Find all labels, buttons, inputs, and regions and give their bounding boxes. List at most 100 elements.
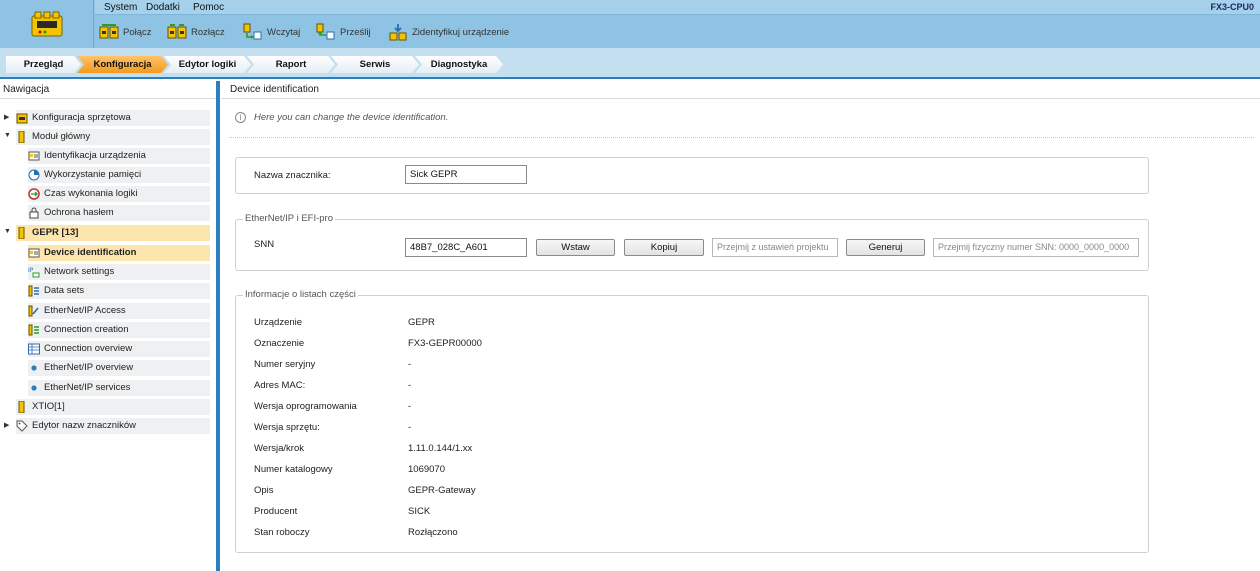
parts-info-group: Informacje o listach części Urządzenie G… bbox=[235, 289, 1149, 553]
property-name: Urządzenie bbox=[254, 317, 303, 328]
property-name: Stan roboczy bbox=[254, 527, 310, 538]
connection-creation-icon bbox=[28, 324, 39, 336]
identify-device-icon bbox=[389, 24, 407, 41]
property-name: Adres MAC: bbox=[254, 380, 306, 391]
nav-item-label: Konfiguracja sprzętowa bbox=[32, 112, 131, 123]
nav-item-xtio[interactable]: XTIO[1] bbox=[16, 399, 210, 415]
menu-system[interactable]: System bbox=[104, 2, 137, 13]
nav-item-label: Data sets bbox=[44, 285, 85, 296]
nav-item-ethernet-ip-access[interactable]: EtherNet/IP Access bbox=[28, 303, 210, 319]
property-name: Numer katalogowy bbox=[254, 464, 333, 475]
ethernet-access-icon bbox=[28, 305, 39, 317]
tab-edytor-logiki[interactable]: Edytor logiki bbox=[164, 56, 251, 73]
nav-item-network-settings[interactable]: IP Network settings bbox=[28, 264, 210, 280]
device-name-label: FX3-CPU0 bbox=[1210, 2, 1254, 12]
property-value: SICK bbox=[408, 506, 431, 517]
bullet-icon bbox=[31, 365, 37, 371]
nav-item-ethernet-ip-overview[interactable]: EtherNet/IP overview bbox=[28, 360, 210, 376]
property-value: FX3-GEPR00000 bbox=[408, 338, 482, 349]
identify-device-label: Zidentyfikuj urządzenie bbox=[412, 26, 510, 38]
nav-item-label: EtherNet/IP services bbox=[44, 382, 131, 393]
download-button[interactable]: Prześlij bbox=[316, 22, 371, 42]
tab-przeglad[interactable]: Przegląd bbox=[6, 56, 81, 73]
device-identification-panel: Device identification i Here you can cha… bbox=[221, 81, 1260, 571]
property-value: GEPR-Gateway bbox=[408, 485, 476, 496]
nav-item-memory-usage[interactable]: Wykorzystanie pamięci bbox=[28, 167, 210, 183]
generate-button[interactable]: Generuj bbox=[846, 239, 925, 256]
expand-arrow-icon[interactable]: ▶ bbox=[4, 421, 9, 429]
snn-input[interactable]: 48B7_028C_A601 bbox=[405, 238, 527, 257]
identify-device-button[interactable]: Zidentyfikuj urządzenie bbox=[388, 22, 509, 42]
property-name: Oznaczenie bbox=[254, 338, 305, 349]
property-name: Wersja sprzętu: bbox=[254, 422, 320, 433]
flexi-soft-logo-icon bbox=[31, 11, 62, 37]
navigation-title: Nawigacja bbox=[0, 81, 216, 99]
connect-label: Połącz bbox=[123, 26, 152, 38]
nav-item-hardware-config[interactable]: Konfiguracja sprzętowa bbox=[16, 110, 210, 126]
tab-konfiguracja[interactable]: Konfiguracja bbox=[77, 56, 168, 73]
nav-item-execution-time[interactable]: Czas wykonania logiki bbox=[28, 186, 210, 202]
nav-item-main-module[interactable]: Moduł główny bbox=[16, 129, 210, 145]
paste-button[interactable]: Wstaw bbox=[536, 239, 615, 256]
nav-item-data-sets[interactable]: Data sets bbox=[28, 283, 210, 299]
snn-label: SNN bbox=[254, 239, 275, 250]
nav-item-tag-name-editor[interactable]: Edytor nazw znaczników bbox=[16, 418, 210, 434]
property-value: Rozłączono bbox=[408, 527, 458, 538]
info-message: i Here you can change the device identif… bbox=[235, 112, 448, 123]
property-value: 1069070 bbox=[408, 464, 445, 475]
disconnect-button[interactable]: Rozłącz bbox=[167, 22, 225, 42]
nav-item-label: EtherNet/IP Access bbox=[44, 305, 126, 316]
tab-diagnostyka[interactable]: Diagnostyka bbox=[415, 56, 503, 73]
connect-button[interactable]: Połącz bbox=[99, 22, 152, 42]
tag-name-input[interactable]: Sick GEPR bbox=[405, 165, 527, 184]
property-name: Numer seryjny bbox=[254, 359, 316, 370]
tab-serwis[interactable]: Serwis bbox=[331, 56, 419, 73]
module-icon bbox=[18, 131, 25, 143]
app-logo bbox=[0, 0, 94, 48]
panel-splitter[interactable] bbox=[216, 81, 220, 571]
nav-item-label: Network settings bbox=[44, 266, 115, 277]
toolbar: Połącz Rozłącz Wczytaj Prześlij Zidentyf… bbox=[95, 16, 1260, 48]
copy-button[interactable]: Kopiuj bbox=[624, 239, 704, 256]
connect-icon bbox=[99, 24, 119, 39]
property-name: Wersja/krok bbox=[254, 443, 304, 454]
connection-overview-icon bbox=[28, 343, 40, 355]
info-icon: i bbox=[235, 112, 246, 123]
data-sets-icon bbox=[28, 285, 39, 297]
hardware-config-icon bbox=[16, 113, 28, 124]
nav-item-ethernet-ip-services[interactable]: EtherNet/IP services bbox=[28, 380, 210, 396]
from-project-field[interactable]: Przejmij z ustawień projektu bbox=[712, 238, 838, 257]
nav-item-device-identification[interactable]: Device identification bbox=[28, 245, 210, 261]
info-text: Here you can change the device identific… bbox=[254, 112, 449, 123]
download-icon bbox=[316, 23, 335, 40]
menu-dodatki[interactable]: Dodatki bbox=[146, 2, 180, 13]
execution-time-icon bbox=[28, 188, 40, 200]
nav-item-connection-overview[interactable]: Connection overview bbox=[28, 341, 210, 357]
physical-snn-field[interactable]: Przejmij fizyczny numer SNN: 0000_0000_0… bbox=[933, 238, 1139, 257]
device-id-icon bbox=[28, 248, 40, 258]
expand-arrow-icon[interactable]: ▶ bbox=[4, 113, 9, 121]
nav-item-label: EtherNet/IP overview bbox=[44, 362, 134, 373]
separator bbox=[229, 137, 1254, 138]
tab-raport[interactable]: Raport bbox=[247, 56, 335, 73]
menu-pomoc[interactable]: Pomoc bbox=[193, 2, 224, 13]
property-value: - bbox=[408, 422, 412, 433]
upload-icon bbox=[243, 23, 262, 40]
property-value: - bbox=[408, 380, 412, 391]
nav-item-label: Wykorzystanie pamięci bbox=[44, 169, 142, 180]
nav-item-label: Connection creation bbox=[44, 324, 129, 335]
collapse-arrow-icon[interactable]: ▼ bbox=[4, 228, 11, 235]
module-icon bbox=[18, 227, 25, 239]
upload-button[interactable]: Wczytaj bbox=[243, 22, 300, 42]
property-value: - bbox=[408, 401, 412, 412]
nav-item-label: GEPR [13] bbox=[32, 227, 79, 238]
nav-item-device-identification-main[interactable]: Identyfikacja urządzenia bbox=[28, 148, 210, 164]
password-icon bbox=[29, 207, 39, 219]
download-label: Prześlij bbox=[340, 26, 371, 38]
nav-item-connection-creation[interactable]: Connection creation bbox=[28, 322, 210, 338]
memory-usage-icon bbox=[28, 169, 40, 181]
navigation-panel: Nawigacja ▶ Konfiguracja sprzętowa ▼ Mod… bbox=[0, 81, 216, 571]
nav-item-gepr[interactable]: GEPR [13] bbox=[16, 225, 210, 241]
nav-item-password-protection[interactable]: Ochrona hasłem bbox=[28, 205, 210, 221]
collapse-arrow-icon[interactable]: ▼ bbox=[4, 132, 11, 139]
